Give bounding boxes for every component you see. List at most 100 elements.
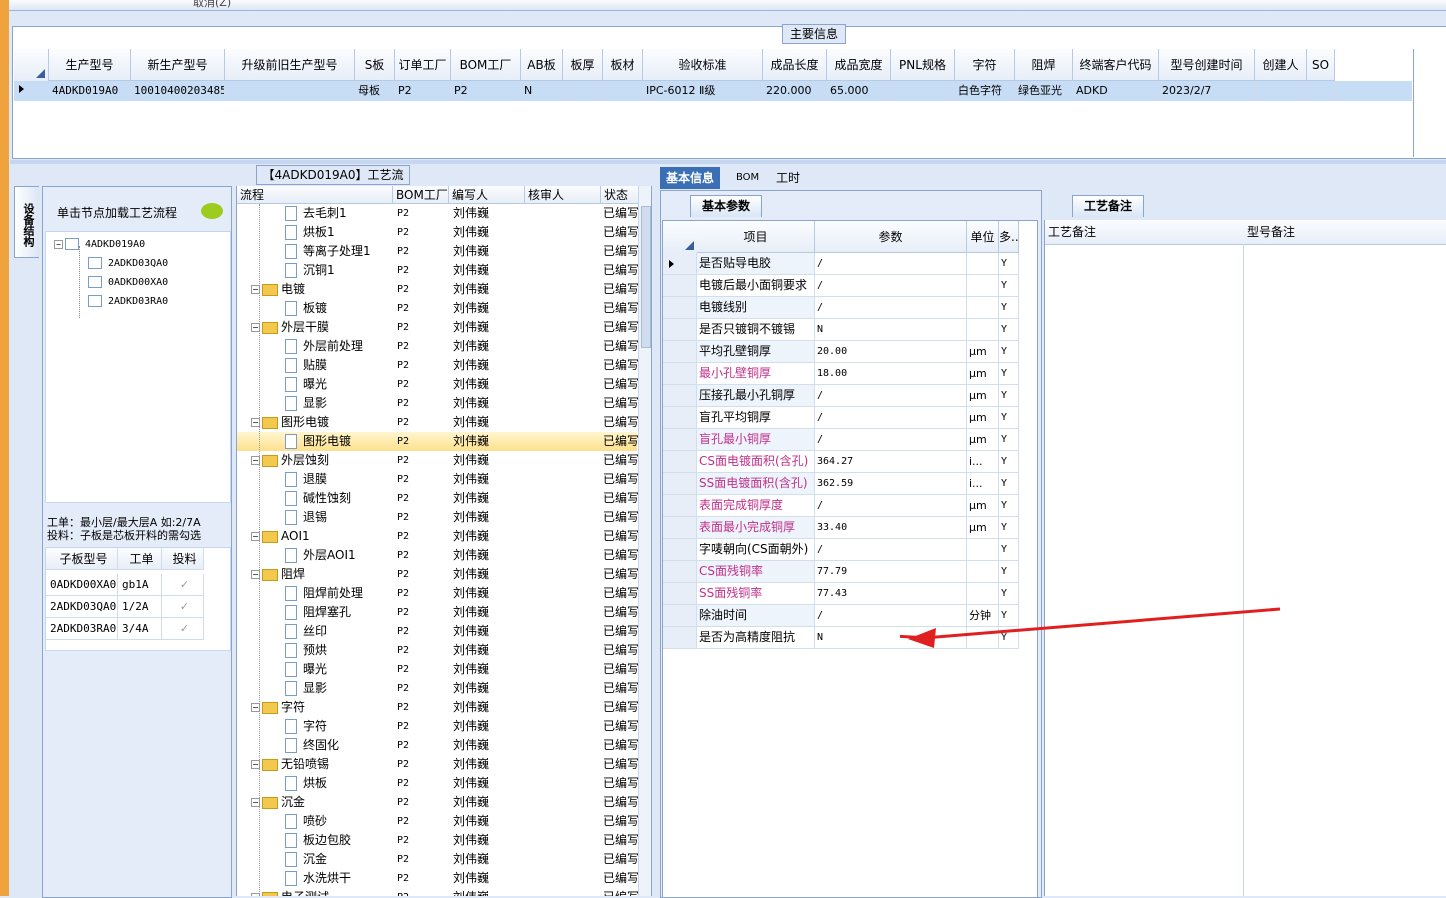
param-row[interactable]: 盲孔平均铜厚 / μm Y	[663, 407, 1037, 429]
sub-col-header-2[interactable]: 投料	[162, 548, 204, 570]
proc-col-header-4[interactable]: 状态	[601, 186, 641, 204]
process-row[interactable]: 等离子处理1 P2 刘伟巍 已编写	[237, 242, 639, 261]
proc-col-header-3[interactable]: 核审人	[525, 186, 601, 204]
proc-col-header-2[interactable]: 编写人	[449, 186, 525, 204]
tab-device-structure[interactable]: 设备结构	[14, 186, 39, 258]
col-header-14[interactable]: 阻焊	[1015, 49, 1073, 81]
process-row[interactable]: 显影 P2 刘伟巍 已编写	[237, 394, 639, 413]
sub-row-model[interactable]: 2ADKD03QA0	[46, 596, 118, 618]
tree-child[interactable]: 2ADKD03RA0	[88, 294, 168, 310]
process-row[interactable]: − 电镀 P2 刘伟巍 已编写	[237, 280, 639, 299]
process-row[interactable]: 字符 P2 刘伟巍 已编写	[237, 717, 639, 736]
param-col-header-1[interactable]: 参数	[815, 221, 967, 253]
process-row[interactable]: − 图形电镀 P2 刘伟巍 已编写	[237, 413, 639, 432]
main-info-cell-15[interactable]: ADKD	[1073, 81, 1159, 101]
process-row[interactable]: 贴膜 P2 刘伟巍 已编写	[237, 356, 639, 375]
process-row[interactable]: 曝光 P2 刘伟巍 已编写	[237, 375, 639, 394]
process-row[interactable]: 预烘 P2 刘伟巍 已编写	[237, 641, 639, 660]
process-row[interactable]: 终固化 P2 刘伟巍 已编写	[237, 736, 639, 755]
col-header-10[interactable]: 成品长度	[763, 49, 827, 81]
main-info-cell-0[interactable]: 4ADKD019A0	[49, 81, 131, 101]
col-header-5[interactable]: BOM工厂	[451, 49, 521, 81]
tab-process-notes[interactable]: 工艺备注	[1072, 195, 1144, 217]
process-row[interactable]: 退锡 P2 刘伟巍 已编写	[237, 508, 639, 527]
process-row[interactable]: 板镀 P2 刘伟巍 已编写	[237, 299, 639, 318]
main-info-cell-7[interactable]	[563, 81, 603, 101]
main-info-cell-9[interactable]: IPC-6012 Ⅱ级	[643, 81, 763, 101]
process-row[interactable]: 外层AOI1 P2 刘伟巍 已编写	[237, 546, 639, 565]
param-row[interactable]: 是否贴导电胶 / Y	[663, 253, 1037, 275]
param-row[interactable]: SS面电镀面积(含孔) 362.59 i... Y	[663, 473, 1037, 495]
process-row[interactable]: 沉金 P2 刘伟巍 已编写	[237, 850, 639, 869]
main-info-cell-18[interactable]	[1307, 81, 1335, 101]
process-row[interactable]: 曝光 P2 刘伟巍 已编写	[237, 660, 639, 679]
process-row[interactable]: − 外层干膜 P2 刘伟巍 已编写	[237, 318, 639, 337]
sub-row-order[interactable]: 3/4A	[118, 618, 162, 640]
param-col-header-0[interactable]: 项目	[697, 221, 815, 253]
process-row[interactable]: 水洗烘干 P2 刘伟巍 已编写	[237, 869, 639, 888]
main-info-cell-5[interactable]: P2	[451, 81, 521, 101]
process-row[interactable]: 退膜 P2 刘伟巍 已编写	[237, 470, 639, 489]
process-row[interactable]: 板边包胶 P2 刘伟巍 已编写	[237, 831, 639, 850]
process-row[interactable]: − 无铅喷锡 P2 刘伟巍 已编写	[237, 755, 639, 774]
col-header-12[interactable]: PNL规格	[891, 49, 955, 81]
col-process-note[interactable]: 工艺备注	[1045, 220, 1247, 245]
feed-checkbox[interactable]: ✓	[162, 574, 204, 596]
col-header-9[interactable]: 验收标准	[643, 49, 763, 81]
col-header-13[interactable]: 字符	[955, 49, 1015, 81]
resize-handle[interactable]	[229, 517, 233, 577]
main-info-cell-16[interactable]: 2023/2/7	[1159, 81, 1255, 101]
main-info-cell-11[interactable]: 65.000	[827, 81, 891, 101]
process-row[interactable]: 阻焊前处理 P2 刘伟巍 已编写	[237, 584, 639, 603]
splitter[interactable]	[10, 160, 1446, 164]
process-row[interactable]: 丝印 P2 刘伟巍 已编写	[237, 622, 639, 641]
feed-checkbox[interactable]: ✓	[162, 618, 204, 640]
tree-root[interactable]: −4ADKD019A0	[54, 237, 145, 253]
tree-child[interactable]: 0ADKD00XA0	[88, 275, 168, 291]
main-info-cell-14[interactable]: 绿色亚光	[1015, 81, 1073, 101]
main-info-cell-12[interactable]	[891, 81, 955, 101]
sub-row-order[interactable]: 1/2A	[118, 596, 162, 618]
process-row[interactable]: 烘板 P2 刘伟巍 已编写	[237, 774, 639, 793]
process-row[interactable]: −电子测试 P2 刘伟巍 已编写	[237, 888, 639, 896]
param-col-header-2[interactable]: 单位	[967, 221, 999, 253]
col-header-6[interactable]: AB板	[521, 49, 563, 81]
param-row[interactable]: 表面最小完成铜厚 33.40 μm Y	[663, 517, 1037, 539]
main-info-cell-3[interactable]: 母板	[355, 81, 395, 101]
col-header-0[interactable]: 生产型号	[49, 49, 131, 81]
sub-col-header-1[interactable]: 工单	[118, 548, 162, 570]
sub-col-header-0[interactable]: 子板型号	[46, 548, 118, 570]
col-header-8[interactable]: 板材	[603, 49, 643, 81]
cancel-button[interactable]: 取消(Z)	[193, 0, 231, 10]
col-header-16[interactable]: 型号创建时间	[1159, 49, 1255, 81]
param-row[interactable]: 压接孔最小孔铜厚 / μm Y	[663, 385, 1037, 407]
main-info-cell-8[interactable]	[603, 81, 643, 101]
main-info-cell-10[interactable]: 220.000	[763, 81, 827, 101]
process-row[interactable]: − 阻焊 P2 刘伟巍 已编写	[237, 565, 639, 584]
sub-row-model[interactable]: 2ADKD03RA0	[46, 618, 118, 640]
param-row[interactable]: 电镀后最小面铜要求 / Y	[663, 275, 1037, 297]
main-info-cell-17[interactable]	[1255, 81, 1307, 101]
col-header-1[interactable]: 新生产型号	[131, 49, 225, 81]
sub-row-order[interactable]: gb1A	[118, 574, 162, 596]
sub-row-model[interactable]: 0ADKD00XA0	[46, 574, 118, 596]
param-row[interactable]: 是否只镀铜不镀锡 N Y	[663, 319, 1037, 341]
process-row[interactable]: 烘板1 P2 刘伟巍 已编写	[237, 223, 639, 242]
param-row[interactable]: 表面完成铜厚度 / μm Y	[663, 495, 1037, 517]
param-row[interactable]: 电镀线别 / Y	[663, 297, 1037, 319]
process-row[interactable]: 碱性蚀刻 P2 刘伟巍 已编写	[237, 489, 639, 508]
col-header-18[interactable]: SO	[1307, 49, 1335, 81]
proc-col-header-1[interactable]: BOM工厂	[393, 186, 449, 204]
main-info-cell-6[interactable]: N	[521, 81, 563, 101]
col-header-4[interactable]: 订单工厂	[395, 49, 451, 81]
process-row[interactable]: − 沉金 P2 刘伟巍 已编写	[237, 793, 639, 812]
col-header-15[interactable]: 终端客户代码	[1073, 49, 1159, 81]
process-row[interactable]: 沉铜1 P2 刘伟巍 已编写	[237, 261, 639, 280]
param-row[interactable]: CS面残铜率 77.79 Y	[663, 561, 1037, 583]
feed-checkbox[interactable]: ✓	[162, 596, 204, 618]
tab-basic-info[interactable]: 基本信息	[660, 167, 721, 189]
tree-child[interactable]: 2ADKD03QA0	[88, 256, 168, 272]
param-row[interactable]: 字唛朝向(CS面朝外) / Y	[663, 539, 1037, 561]
process-row[interactable]: 外层前处理 P2 刘伟巍 已编写	[237, 337, 639, 356]
process-row[interactable]: − 外层蚀刻 P2 刘伟巍 已编写	[237, 451, 639, 470]
